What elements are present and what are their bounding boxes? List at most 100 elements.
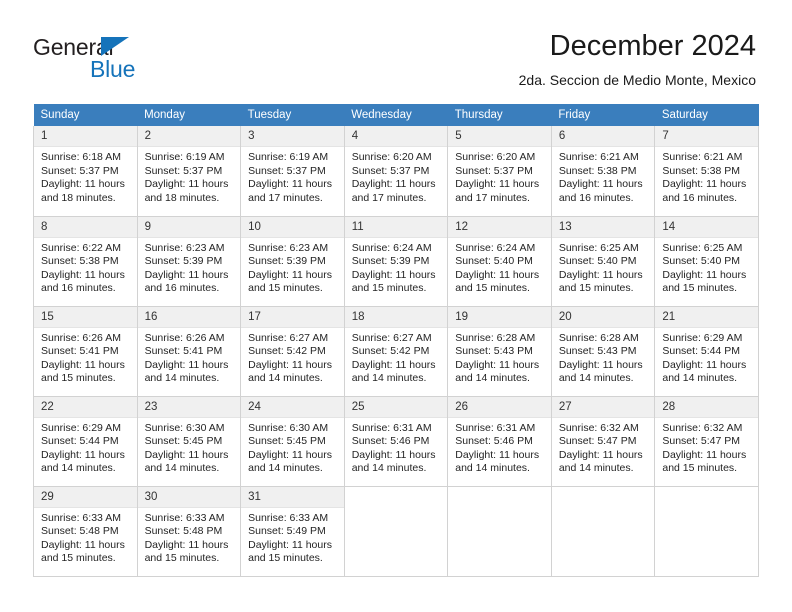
daylight-text-line1: Daylight: 11 hours xyxy=(41,268,125,281)
daylight-text-line1: Daylight: 11 hours xyxy=(248,358,332,371)
calendar-week-row: 29 Sunrise: 6:33 AM Sunset: 5:48 PM Dayligh… xyxy=(33,486,759,577)
daylight-text-line1: Daylight: 11 hours xyxy=(558,448,643,461)
weekday-header-tuesday: Tuesday xyxy=(240,104,345,126)
sunset-text: Sunset: 5:37 PM xyxy=(248,164,326,177)
sunrise-text: Sunrise: 6:33 AM xyxy=(248,511,329,524)
sunset-text: Sunset: 5:45 PM xyxy=(144,435,223,448)
sunset-text: Sunset: 5:40 PM xyxy=(455,255,533,268)
day-sun-info: Sunrise: 6:33 AM Sunset: 5:48 PM Daylight:… xyxy=(34,508,137,566)
sunset-text: Sunset: 5:37 PM xyxy=(144,164,223,177)
sunset-text: Sunset: 5:38 PM xyxy=(558,164,637,177)
day-number xyxy=(344,486,448,508)
sunset-text: Sunset: 5:43 PM xyxy=(558,345,637,358)
calendar-page: General Blue December 2024 2da. Seccion … xyxy=(0,0,792,612)
sunrise-text: Sunrise: 6:23 AM xyxy=(144,241,225,254)
calendar-day-cell[interactable]: 31 Sunrise: 6:33 AM Sunset: 5:49 PM Dayligh… xyxy=(240,486,345,577)
calendar-day-cell[interactable]: 21 Sunrise: 6:29 AM Sunset: 5:44 PM Dayligh… xyxy=(654,306,759,397)
calendar-day-cell[interactable]: 14 Sunrise: 6:25 AM Sunset: 5:40 PM Dayligh… xyxy=(654,216,759,307)
day-number: 1 xyxy=(34,126,137,147)
day-sun-info: Sunrise: 6:27 AM Sunset: 5:42 PM Daylight:… xyxy=(241,328,344,386)
day-number: 15 xyxy=(34,306,137,328)
sunrise-text: Sunrise: 6:20 AM xyxy=(455,151,536,163)
sunrise-text: Sunrise: 6:19 AM xyxy=(144,151,225,163)
calendar-day-cell[interactable]: 3 Sunrise: 6:19 AM Sunset: 5:37 PM Daylight… xyxy=(240,126,345,217)
sunrise-text: Sunrise: 6:19 AM xyxy=(248,151,329,163)
calendar-day-cell[interactable]: 17 Sunrise: 6:27 AM Sunset: 5:42 PM Dayligh… xyxy=(240,306,345,397)
calendar-day-cell[interactable]: 22 Sunrise: 6:29 AM Sunset: 5:44 PM Dayligh… xyxy=(33,396,138,487)
calendar-day-cell[interactable]: 5 Sunrise: 6:20 AM Sunset: 5:37 PM Daylight… xyxy=(447,126,552,217)
calendar-day-cell[interactable]: 13 Sunrise: 6:25 AM Sunset: 5:40 PM Dayligh… xyxy=(550,216,656,307)
day-sun-info: Sunrise: 6:28 AM Sunset: 5:43 PM Daylight:… xyxy=(552,328,655,386)
daylight-text-line1: Daylight: 11 hours xyxy=(662,178,747,191)
calendar-day-cell[interactable]: 20 Sunrise: 6:28 AM Sunset: 5:43 PM Dayligh… xyxy=(550,306,656,397)
day-number: 18 xyxy=(344,306,448,328)
calendar-day-cell[interactable]: 10 Sunrise: 6:23 AM Sunset: 5:39 PM Dayligh… xyxy=(240,216,345,307)
calendar-day-cell[interactable]: 24 Sunrise: 6:30 AM Sunset: 5:45 PM Dayligh… xyxy=(240,396,345,487)
sunset-text: Sunset: 5:49 PM xyxy=(248,525,326,538)
weekday-header-sunday: Sunday xyxy=(33,104,138,126)
sunrise-text: Sunrise: 6:26 AM xyxy=(41,331,121,344)
day-number: 24 xyxy=(241,396,344,418)
daylight-text-line1: Daylight: 11 hours xyxy=(248,178,332,191)
day-number: 30 xyxy=(137,486,241,508)
sunrise-text: Sunrise: 6:23 AM xyxy=(248,241,329,254)
calendar-day-cell[interactable]: 19 Sunrise: 6:28 AM Sunset: 5:43 PM Dayligh… xyxy=(447,306,552,397)
calendar-day-cell[interactable]: 25 Sunrise: 6:31 AM Sunset: 5:46 PM Dayligh… xyxy=(343,396,449,487)
calendar-day-cell[interactable]: 7 Sunrise: 6:21 AM Sunset: 5:38 PM Daylight… xyxy=(654,126,759,217)
calendar-day-cell[interactable]: 23 Sunrise: 6:30 AM Sunset: 5:45 PM Dayligh… xyxy=(136,396,242,487)
sunset-text: Sunset: 5:37 PM xyxy=(41,164,119,177)
calendar-day-cell[interactable]: 15 Sunrise: 6:26 AM Sunset: 5:41 PM Dayligh… xyxy=(33,306,138,397)
calendar-day-cell[interactable]: 6 Sunrise: 6:21 AM Sunset: 5:38 PM Daylight… xyxy=(550,126,656,217)
day-sun-info: Sunrise: 6:29 AM Sunset: 5:44 PM Daylight:… xyxy=(655,328,758,386)
sunrise-text: Sunrise: 6:22 AM xyxy=(41,241,121,254)
sunrise-text: Sunrise: 6:29 AM xyxy=(662,331,743,344)
calendar-day-cell[interactable]: 16 Sunrise: 6:26 AM Sunset: 5:41 PM Dayligh… xyxy=(136,306,242,397)
daylight-text-line2: and 14 minutes. xyxy=(144,462,220,475)
calendar-day-cell[interactable]: 1 Sunrise: 6:18 AM Sunset: 5:37 PM Daylight… xyxy=(33,126,138,217)
daylight-text-line1: Daylight: 11 hours xyxy=(144,358,229,371)
daylight-text-line2: and 15 minutes. xyxy=(144,552,220,565)
day-sun-info: Sunrise: 6:21 AM Sunset: 5:38 PM Daylight:… xyxy=(552,147,655,205)
daylight-text-line2: and 17 minutes. xyxy=(351,191,427,204)
day-number xyxy=(551,486,655,508)
general-blue-logo[interactable]: General Blue xyxy=(33,34,183,86)
calendar-day-cell[interactable]: 18 Sunrise: 6:27 AM Sunset: 5:42 PM Dayligh… xyxy=(343,306,449,397)
sunrise-text: Sunrise: 6:25 AM xyxy=(662,241,743,254)
calendar-day-cell[interactable]: 28 Sunrise: 6:32 AM Sunset: 5:47 PM Dayligh… xyxy=(654,396,759,487)
page-subtitle: 2da. Seccion de Medio Monte, Mexico xyxy=(518,72,756,88)
sunset-text: Sunset: 5:41 PM xyxy=(144,345,223,358)
day-sun-info: Sunrise: 6:28 AM Sunset: 5:43 PM Daylight:… xyxy=(448,328,551,386)
daylight-text-line1: Daylight: 11 hours xyxy=(558,268,643,281)
sunset-text: Sunset: 5:42 PM xyxy=(248,345,326,358)
calendar-day-cell[interactable]: 27 Sunrise: 6:32 AM Sunset: 5:47 PM Dayligh… xyxy=(550,396,656,487)
day-number: 10 xyxy=(241,216,344,238)
calendar-day-cell[interactable]: 12 Sunrise: 6:24 AM Sunset: 5:40 PM Dayligh… xyxy=(447,216,552,307)
calendar-day-cell[interactable]: 29 Sunrise: 6:33 AM Sunset: 5:48 PM Dayligh… xyxy=(33,486,138,577)
daylight-text-line1: Daylight: 11 hours xyxy=(144,268,229,281)
day-number: 2 xyxy=(137,126,241,147)
day-number: 4 xyxy=(344,126,448,147)
sunrise-text: Sunrise: 6:29 AM xyxy=(41,421,121,434)
daylight-text-line2: and 18 minutes. xyxy=(144,191,220,204)
calendar-day-cell[interactable]: 2 Sunrise: 6:19 AM Sunset: 5:37 PM Daylight… xyxy=(136,126,242,217)
daylight-text-line1: Daylight: 11 hours xyxy=(351,448,436,461)
daylight-text-line2: and 16 minutes. xyxy=(144,282,220,295)
sunset-text: Sunset: 5:44 PM xyxy=(41,435,119,448)
blue-triangle-icon xyxy=(101,37,129,56)
calendar-day-cell[interactable]: 8 Sunrise: 6:22 AM Sunset: 5:38 PM Daylight… xyxy=(33,216,138,307)
calendar-day-cell[interactable]: 26 Sunrise: 6:31 AM Sunset: 5:46 PM Dayligh… xyxy=(447,396,552,487)
daylight-text-line2: and 15 minutes. xyxy=(455,282,530,295)
sunrise-text: Sunrise: 6:25 AM xyxy=(558,241,639,254)
calendar-day-cell[interactable]: 9 Sunrise: 6:23 AM Sunset: 5:39 PM Daylight… xyxy=(136,216,242,307)
day-number: 27 xyxy=(551,396,655,418)
sunset-text: Sunset: 5:39 PM xyxy=(144,255,223,268)
calendar-day-cell[interactable]: 30 Sunrise: 6:33 AM Sunset: 5:48 PM Dayligh… xyxy=(136,486,242,577)
daylight-text-line1: Daylight: 11 hours xyxy=(455,358,540,371)
daylight-text-line2: and 14 minutes. xyxy=(558,462,634,475)
day-number: 28 xyxy=(655,396,758,418)
sunset-text: Sunset: 5:47 PM xyxy=(662,435,741,448)
daylight-text-line2: and 14 minutes. xyxy=(662,372,738,385)
calendar-day-cell[interactable]: 11 Sunrise: 6:24 AM Sunset: 5:39 PM Dayligh… xyxy=(343,216,449,307)
calendar-day-cell[interactable]: 4 Sunrise: 6:20 AM Sunset: 5:37 PM Daylight… xyxy=(343,126,449,217)
day-number: 23 xyxy=(137,396,241,418)
